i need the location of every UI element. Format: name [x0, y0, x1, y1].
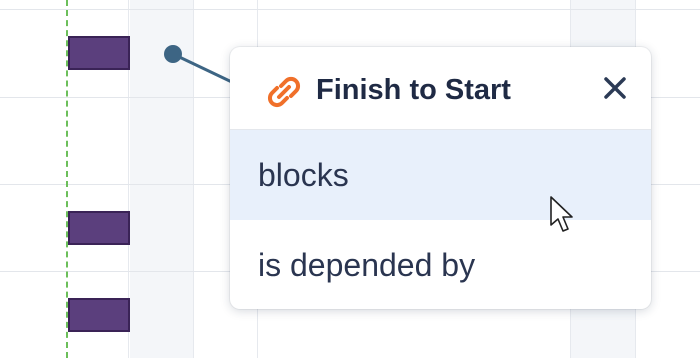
popup-header: Finish to Start	[230, 47, 651, 130]
dependency-type-popup: Finish to Start blocks is depended by	[230, 47, 651, 309]
mouse-pointer-icon	[550, 196, 573, 232]
option-is-depended-by[interactable]: is depended by	[230, 220, 651, 309]
popup-title: Finish to Start	[316, 74, 511, 106]
option-label: is depended by	[258, 246, 476, 283]
close-icon[interactable]	[601, 74, 629, 102]
option-blocks[interactable]: blocks	[230, 130, 651, 220]
link-icon	[267, 76, 301, 108]
connector-handle[interactable]	[164, 45, 182, 63]
option-label: blocks	[258, 156, 349, 193]
